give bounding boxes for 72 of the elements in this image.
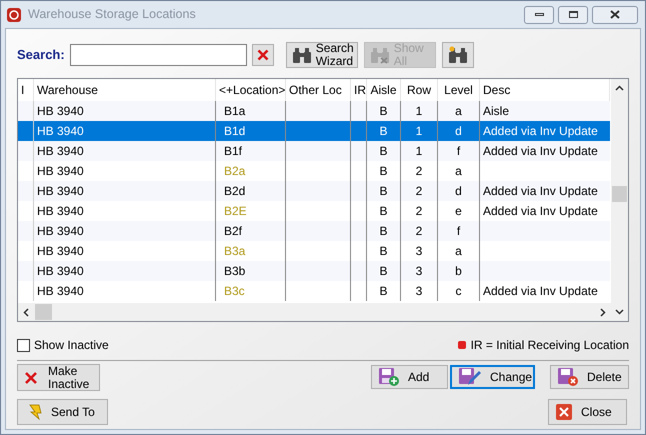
table-cell-text: d bbox=[455, 183, 462, 200]
table-cell-text: d bbox=[455, 123, 462, 140]
table-cell-text: HB 3940 bbox=[37, 223, 84, 240]
table-cell-text: B1a bbox=[224, 103, 246, 120]
table-cell-text: 3 bbox=[416, 283, 422, 300]
table-cell-text: HB 3940 bbox=[37, 103, 84, 120]
table-cell-text: B3a bbox=[224, 243, 246, 260]
table-cell-text: HB 3940 bbox=[37, 203, 84, 220]
table-cell-text: B1d bbox=[224, 123, 246, 140]
window-title: Warehouse Storage Locations bbox=[28, 6, 197, 24]
table-cell-text: HB 3940 bbox=[37, 263, 84, 280]
table-cell-text: Added via Inv Update bbox=[483, 123, 598, 140]
legend-text: IR = Initial Receiving Location bbox=[470, 337, 629, 354]
table-cell-text: 1 bbox=[416, 103, 422, 120]
table-cell-text: B3c bbox=[224, 283, 245, 300]
table-cell-text: Added via Inv Update bbox=[483, 143, 598, 160]
show-inactive-label: Show Inactive bbox=[34, 337, 110, 354]
table-cell-text: Added via Inv Update bbox=[483, 283, 598, 300]
table-cell-text: a bbox=[455, 163, 462, 180]
table-cell-text: B1f bbox=[224, 143, 242, 160]
search-label: Search: bbox=[17, 46, 65, 64]
table-cell-text: HB 3940 bbox=[37, 123, 84, 140]
table-cell-text: B bbox=[379, 263, 388, 280]
table-cell-text: HB 3940 bbox=[37, 183, 84, 200]
table-cell-text: B bbox=[379, 143, 388, 160]
change-button[interactable]: Change bbox=[450, 365, 535, 389]
table-row[interactable]: HB 3940 B2d B 2 d Added via Inv Update bbox=[18, 181, 610, 201]
table-row[interactable]: HB 3940 B3b B 3 b bbox=[18, 261, 610, 281]
table-cell-text: f bbox=[456, 223, 460, 240]
send-to-button[interactable]: Send To bbox=[17, 399, 108, 425]
table-cell-text: 1 bbox=[416, 123, 422, 140]
table-cell-text: 3 bbox=[416, 243, 422, 260]
table-row[interactable]: HB 3940 B2f B 2 f bbox=[18, 221, 610, 241]
table-cell-text: a bbox=[455, 103, 462, 120]
table-cell-text: 2 bbox=[416, 203, 422, 220]
table-cell-text: HB 3940 bbox=[37, 283, 84, 300]
table-cell-text: a bbox=[455, 243, 462, 260]
table-cell-text: HB 3940 bbox=[37, 143, 84, 160]
table-cell-text: B bbox=[379, 203, 388, 220]
table-row[interactable]: HB 3940 B1f B 1 f Added via Inv Update bbox=[18, 141, 610, 161]
table-cell-text: B bbox=[379, 183, 388, 200]
table-row[interactable]: HB 3940 B1a B 1 a Aisle bbox=[18, 101, 610, 121]
table-cell-text: b bbox=[455, 263, 462, 280]
table-cell-text: B bbox=[379, 103, 388, 120]
table-cell-text: c bbox=[456, 283, 462, 300]
table-cell-text: B bbox=[379, 163, 388, 180]
delete-button[interactable]: Delete bbox=[550, 365, 629, 389]
add-button[interactable]: Add bbox=[371, 365, 448, 389]
table-cell-text: B bbox=[379, 243, 388, 260]
table-cell-text: B bbox=[379, 123, 388, 140]
table-cell-text: B2a bbox=[224, 163, 246, 180]
table-cell-text: B bbox=[379, 283, 388, 300]
table-cell-text: B bbox=[379, 223, 388, 240]
table-cell-text: 3 bbox=[416, 263, 422, 280]
table-cell-text: B2f bbox=[224, 223, 242, 240]
table-cell-text: Added via Inv Update bbox=[483, 183, 598, 200]
table-cell-text: B2d bbox=[224, 183, 246, 200]
table-cell-text: e bbox=[455, 203, 462, 220]
table-cell-text: HB 3940 bbox=[37, 163, 84, 180]
table-cell-text: Aisle bbox=[483, 103, 510, 120]
table-cell-text: B2E bbox=[224, 203, 247, 220]
table-cell-text: Added via Inv Update bbox=[483, 203, 598, 220]
search-wizard-button[interactable]: Search Wizard bbox=[286, 42, 358, 68]
close-button[interactable]: Close bbox=[548, 399, 627, 425]
table-cell-text: f bbox=[456, 143, 460, 160]
table-cell-text: 2 bbox=[416, 163, 422, 180]
table-cell-text: HB 3940 bbox=[37, 243, 84, 260]
table-row[interactable]: HB 3940 B1d B 1 d Added via Inv Update bbox=[18, 121, 610, 141]
table-cell-text: 2 bbox=[416, 223, 422, 240]
table-cell-text: B3b bbox=[224, 263, 246, 280]
table-cell-text: 1 bbox=[416, 143, 422, 160]
table-cell-text: 2 bbox=[416, 183, 422, 200]
